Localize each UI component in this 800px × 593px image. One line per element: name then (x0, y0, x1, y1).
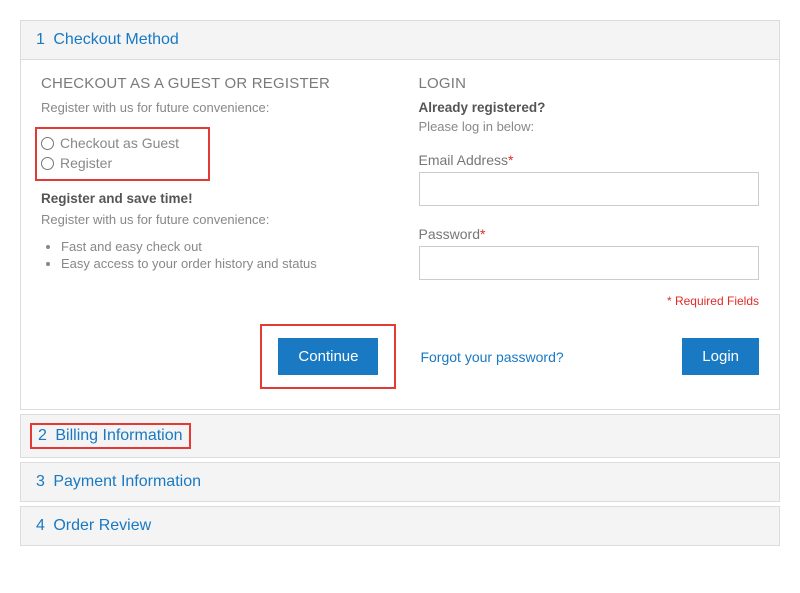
radio-register[interactable]: Register (41, 153, 202, 173)
checkout-type-radios: Checkout as Guest Register (35, 127, 210, 181)
step-number: 4 (36, 517, 45, 534)
required-fields-note: * Required Fields (419, 294, 759, 308)
step-label: Payment Information (53, 473, 201, 490)
benefit-item: Fast and easy check out (61, 239, 399, 254)
radio-register-input[interactable] (41, 157, 54, 170)
please-login: Please log in below: (419, 119, 759, 134)
radio-checkout-guest[interactable]: Checkout as Guest (41, 133, 202, 153)
step-number: 3 (36, 473, 45, 490)
benefits-list: Fast and easy check out Easy access to y… (41, 239, 399, 271)
password-label: Password* (419, 226, 759, 242)
step-label: Order Review (53, 517, 151, 534)
register-save-time: Register and save time! (41, 191, 399, 206)
step-payment-header[interactable]: 3 Payment Information (20, 462, 780, 502)
email-field[interactable] (419, 172, 759, 206)
step-checkout-method-body: CHECKOUT AS A GUEST OR REGISTER Register… (20, 60, 780, 410)
actions-row: Continue Forgot your password? Login (41, 324, 759, 389)
radio-register-label: Register (60, 155, 112, 171)
forgot-password-link[interactable]: Forgot your password? (420, 349, 563, 365)
password-field[interactable] (419, 246, 759, 280)
guest-subtext: Register with us for future convenience: (41, 100, 399, 115)
continue-highlight: Continue (260, 324, 396, 389)
step-label: Billing Information (55, 427, 182, 444)
continue-button[interactable]: Continue (278, 338, 378, 375)
step-review-header[interactable]: 4 Order Review (20, 506, 780, 546)
step-number: 1 (36, 31, 45, 48)
guest-register-section: CHECKOUT AS A GUEST OR REGISTER Register… (41, 75, 399, 318)
login-title: LOGIN (419, 75, 759, 92)
step-checkout-method-header[interactable]: 1 Checkout Method (20, 20, 780, 60)
email-label: Email Address* (419, 152, 759, 168)
step-number: 2 (38, 427, 47, 444)
radio-checkout-guest-input[interactable] (41, 137, 54, 150)
step-billing-header[interactable]: 2 Billing Information (20, 414, 780, 458)
benefit-item: Easy access to your order history and st… (61, 256, 399, 271)
login-section: LOGIN Already registered? Please log in … (419, 75, 759, 318)
step-label: Checkout Method (53, 31, 178, 48)
billing-highlight: 2 Billing Information (30, 423, 191, 449)
login-button[interactable]: Login (682, 338, 759, 375)
radio-checkout-guest-label: Checkout as Guest (60, 135, 179, 151)
guest-subtext2: Register with us for future convenience: (41, 212, 399, 227)
guest-title: CHECKOUT AS A GUEST OR REGISTER (41, 75, 399, 92)
already-registered: Already registered? (419, 100, 759, 115)
